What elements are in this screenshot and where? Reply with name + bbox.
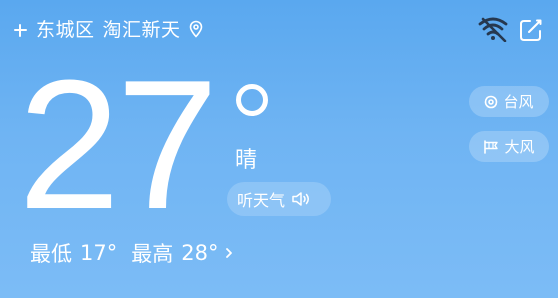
- listen-weather-button[interactable]: 听天气: [227, 182, 331, 216]
- location-selector[interactable]: 东城区 淘汇新天: [36, 15, 203, 42]
- current-temperature: 27: [18, 41, 219, 247]
- add-city-icon[interactable]: [10, 16, 30, 44]
- chevron-right-icon: [226, 248, 233, 258]
- district-label: 东城区: [36, 19, 95, 41]
- min-label: 最低: [30, 242, 72, 266]
- speaker-icon: [292, 192, 310, 206]
- wind-flag-icon: [484, 139, 499, 154]
- typhoon-icon: [485, 95, 498, 108]
- wifi-off-icon: [478, 17, 508, 42]
- degree-symbol: [236, 84, 268, 116]
- gale-alert-label: 大风: [504, 138, 535, 156]
- min-temp: 17°: [80, 241, 118, 265]
- max-temp: 28°: [181, 241, 219, 265]
- typhoon-alert-button[interactable]: 台风: [469, 86, 549, 117]
- edit-icon[interactable]: [518, 17, 544, 43]
- listen-weather-label: 听天气: [237, 191, 286, 210]
- place-label: 淘汇新天: [102, 19, 181, 41]
- weather-condition: 晴: [235, 148, 258, 173]
- max-label: 最高: [131, 242, 174, 266]
- gale-alert-button[interactable]: 大风: [469, 131, 549, 162]
- location-pin-icon: [189, 20, 202, 38]
- typhoon-alert-label: 台风: [503, 93, 534, 111]
- min-max-temperature[interactable]: 最低 17° 最高 28°: [30, 238, 234, 268]
